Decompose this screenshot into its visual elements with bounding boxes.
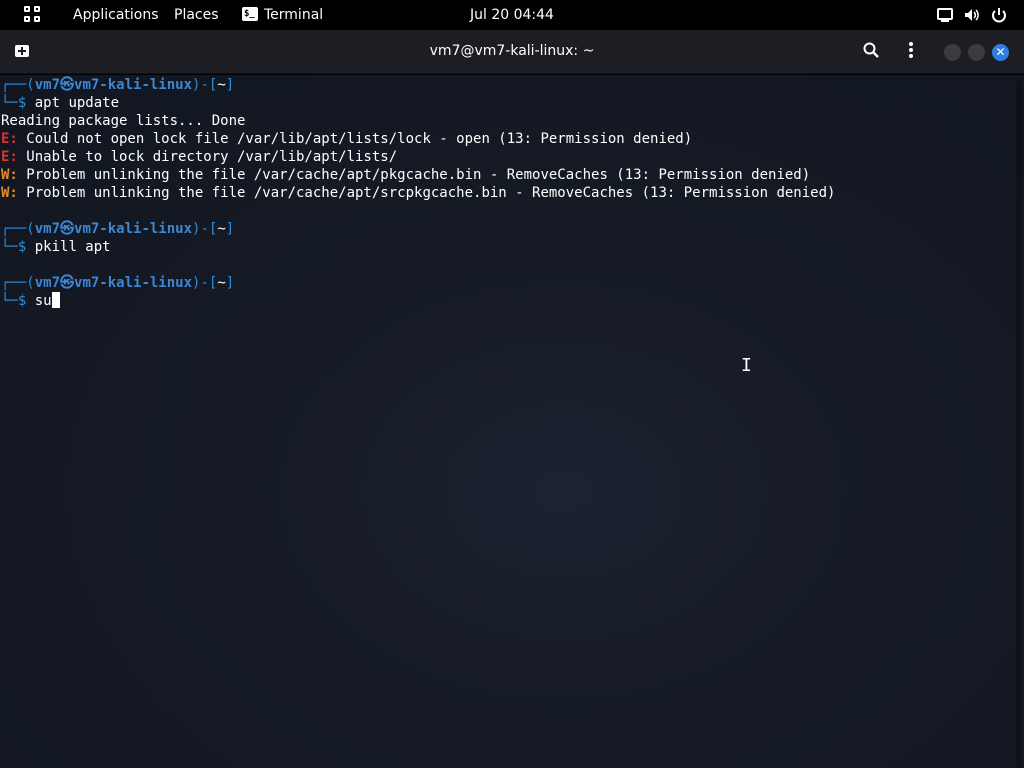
prompt-bottom-prefix: └─ bbox=[1, 239, 18, 255]
prompt-host: vm7-kali-linux bbox=[74, 221, 193, 237]
prompt-dir: ~ bbox=[217, 221, 226, 237]
command-text: apt update bbox=[34, 95, 120, 111]
display-icon[interactable] bbox=[936, 6, 954, 24]
prompt-dollar: $ bbox=[17, 239, 27, 255]
menu-kebab-icon[interactable] bbox=[902, 41, 920, 59]
warning-tag: W: bbox=[1, 167, 18, 183]
ibeam-cursor-icon: I bbox=[741, 355, 752, 376]
prompt-at: ㉿ bbox=[60, 221, 75, 237]
applications-menu[interactable]: Applications bbox=[73, 7, 159, 23]
error-line: E: Could not open lock file /var/lib/apt… bbox=[1, 130, 1024, 148]
output-line: Reading package lists... Done bbox=[1, 113, 246, 129]
warning-text: Problem unlinking the file /var/cache/ap… bbox=[17, 185, 836, 201]
prompt-dir-open: )-[ bbox=[192, 77, 218, 93]
prompt-dollar: $ bbox=[17, 95, 27, 111]
prompt-prefix: ┌──( bbox=[1, 77, 35, 93]
command-line: └─$ apt update bbox=[1, 94, 1024, 112]
terminal-titlebar: vm7@vm7-kali-linux: ~ ✕ bbox=[0, 30, 1024, 74]
prompt-at: ㉿ bbox=[60, 275, 75, 291]
prompt-line: ┌──(vm7㉿vm7-kali-linux)-[~] bbox=[1, 220, 1024, 238]
prompt-bottom-prefix: └─ bbox=[1, 95, 18, 111]
prompt-line: ┌──(vm7㉿vm7-kali-linux)-[~] bbox=[1, 274, 1024, 292]
terminal-output[interactable]: ┌──(vm7㉿vm7-kali-linux)-[~] └─$ apt updat… bbox=[0, 75, 1024, 768]
minimize-button[interactable] bbox=[944, 44, 961, 61]
prompt-user: vm7 bbox=[34, 275, 61, 291]
warning-line: W: Problem unlinking the file /var/cache… bbox=[1, 184, 1024, 202]
prompt-prefix: ┌──( bbox=[1, 221, 35, 237]
error-line: E: Unable to lock directory /var/lib/apt… bbox=[1, 148, 1024, 166]
prompt-dir-open: )-[ bbox=[192, 275, 218, 291]
prompt-dir-close: ] bbox=[225, 221, 235, 237]
terminal-scrollbar[interactable] bbox=[1016, 80, 1022, 768]
warning-text: Problem unlinking the file /var/cache/ap… bbox=[17, 167, 811, 183]
prompt-dir: ~ bbox=[217, 275, 226, 291]
prompt-line: ┌──(vm7㉿vm7-kali-linux)-[~] bbox=[1, 76, 1024, 94]
prompt-host: vm7-kali-linux bbox=[74, 275, 193, 291]
error-text: Unable to lock directory /var/lib/apt/li… bbox=[17, 149, 398, 165]
power-icon[interactable] bbox=[990, 6, 1008, 24]
clock[interactable]: Jul 20 04:44 bbox=[470, 7, 554, 23]
prompt-at: ㉿ bbox=[60, 77, 75, 93]
terminal-app-menu[interactable]: Terminal bbox=[264, 7, 323, 23]
maximize-button[interactable] bbox=[968, 44, 985, 61]
command-text: pkill apt bbox=[34, 239, 111, 255]
prompt-dir: ~ bbox=[217, 77, 226, 93]
warning-line: W: Problem unlinking the file /var/cache… bbox=[1, 166, 1024, 184]
prompt-dir-close: ] bbox=[225, 77, 235, 93]
prompt-host: vm7-kali-linux bbox=[74, 77, 193, 93]
error-tag: E: bbox=[1, 131, 18, 147]
top-panel: Applications Places $_ Terminal Jul 20 0… bbox=[0, 0, 1024, 30]
error-tag: E: bbox=[1, 149, 18, 165]
text-cursor bbox=[51, 292, 60, 308]
close-button[interactable]: ✕ bbox=[992, 44, 1009, 61]
app-grid-icon[interactable] bbox=[24, 6, 41, 23]
command-line: └─$ su bbox=[1, 292, 1024, 310]
prompt-dollar: $ bbox=[17, 293, 27, 309]
search-icon[interactable] bbox=[862, 41, 880, 59]
command-input-text[interactable]: su bbox=[35, 293, 52, 309]
prompt-user: vm7 bbox=[34, 221, 61, 237]
prompt-bottom-prefix: └─ bbox=[1, 293, 18, 309]
terminal-app-icon[interactable]: $_ bbox=[242, 7, 258, 21]
places-menu[interactable]: Places bbox=[174, 7, 219, 23]
prompt-dir-open: )-[ bbox=[192, 221, 218, 237]
error-text: Could not open lock file /var/lib/apt/li… bbox=[17, 131, 693, 147]
prompt-prefix: ┌──( bbox=[1, 275, 35, 291]
warning-tag: W: bbox=[1, 185, 18, 201]
volume-icon[interactable] bbox=[963, 6, 981, 24]
prompt-user: vm7 bbox=[34, 77, 61, 93]
command-line: └─$ pkill apt bbox=[1, 238, 1024, 256]
prompt-dir-close: ] bbox=[225, 275, 235, 291]
